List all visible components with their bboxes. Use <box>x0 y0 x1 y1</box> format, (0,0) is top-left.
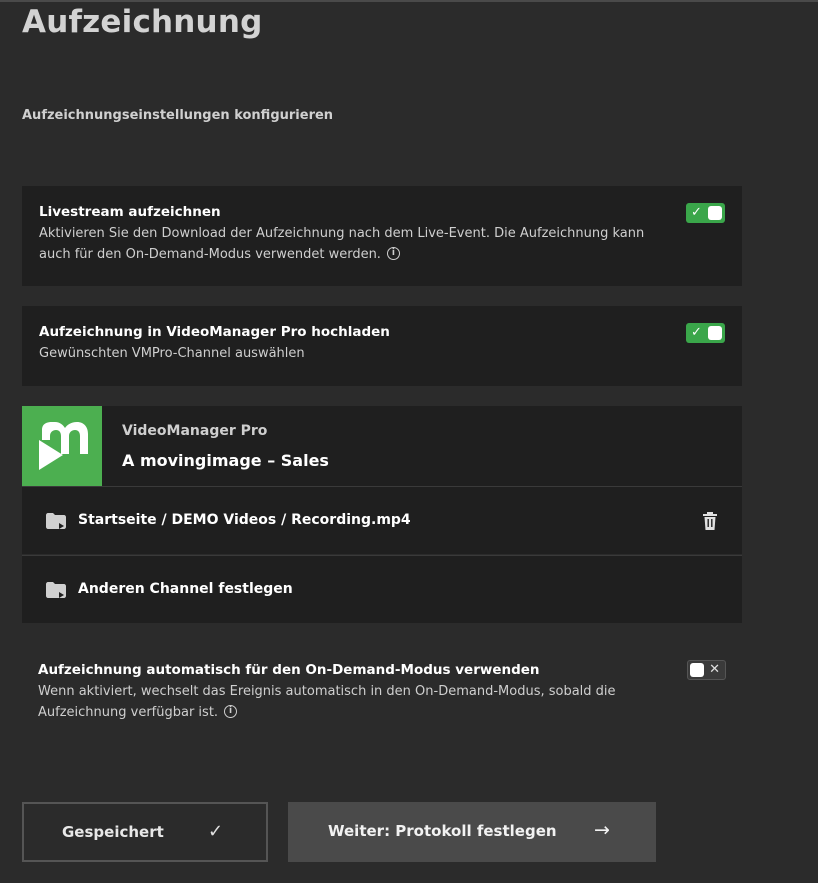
trash-icon[interactable] <box>702 512 718 534</box>
auto-ondemand-toggle[interactable]: ✕ <box>687 660 726 680</box>
toggle-knob <box>708 326 722 340</box>
video-folder-icon <box>45 512 67 534</box>
upload-vmpro-title: Aufzeichnung in VideoManager Pro hochlad… <box>39 324 390 340</box>
close-icon: ✕ <box>709 662 720 677</box>
auto-ondemand-section: Aufzeichnung automatisch für den On-Dema… <box>38 662 728 723</box>
selected-channel-path: Startseite / DEMO Videos / Recording.mp4 <box>78 512 411 528</box>
video-folder-icon <box>45 581 67 603</box>
record-stream-panel: Livestream aufzeichnen Aktivieren Sie de… <box>22 186 742 286</box>
movingimage-logo-icon <box>39 422 88 470</box>
top-divider <box>0 0 818 2</box>
check-icon: ✓ <box>208 821 224 842</box>
upload-vmpro-description: Gewünschten VMPro-Channel auswählen <box>39 346 305 361</box>
toggle-knob <box>690 663 704 677</box>
record-stream-description-text: Aktivieren Sie den Download der Aufzeich… <box>39 226 645 262</box>
videomanager-header: VideoManager Pro A movingimage – Sales <box>22 406 742 486</box>
page-title: Aufzeichnung <box>22 4 263 40</box>
record-stream-title: Livestream aufzeichnen <box>39 204 221 220</box>
toggle-knob <box>708 206 722 220</box>
auto-ondemand-title: Aufzeichnung automatisch für den On-Dema… <box>38 662 540 678</box>
upload-vmpro-panel: Aufzeichnung in VideoManager Pro hochlad… <box>22 306 742 386</box>
auto-ondemand-description-text: Wenn aktiviert, wechselt das Ereignis au… <box>38 684 616 720</box>
check-icon: ✓ <box>691 205 702 220</box>
upload-vmpro-toggle[interactable]: ✓ <box>686 323 725 343</box>
page-subtitle: Aufzeichnungseinstellungen konfigurieren <box>22 108 334 123</box>
videomanager-account-name: A movingimage – Sales <box>122 451 329 470</box>
info-icon[interactable]: i <box>386 247 400 260</box>
videomanager-logo <box>22 406 102 486</box>
selected-channel-row[interactable]: Startseite / DEMO Videos / Recording.mp4 <box>22 486 742 554</box>
other-channel-label: Anderen Channel festlegen <box>78 581 293 597</box>
info-icon[interactable]: i <box>224 705 238 718</box>
record-stream-description: Aktivieren Sie den Download der Aufzeich… <box>39 223 679 265</box>
arrow-right-icon: → <box>594 819 610 841</box>
other-channel-row[interactable]: Anderen Channel festlegen <box>22 555 742 623</box>
saved-button-label: Gespeichert <box>62 823 164 841</box>
check-icon: ✓ <box>691 325 702 340</box>
record-stream-toggle[interactable]: ✓ <box>686 203 725 223</box>
saved-button[interactable]: Gespeichert ✓ <box>22 802 268 862</box>
auto-ondemand-description: Wenn aktiviert, wechselt das Ereignis au… <box>38 681 688 723</box>
next-protocol-button[interactable]: Weiter: Protokoll festlegen → <box>288 802 656 862</box>
videomanager-product-name: VideoManager Pro <box>122 423 268 439</box>
next-button-label: Weiter: Protokoll festlegen <box>328 822 557 840</box>
